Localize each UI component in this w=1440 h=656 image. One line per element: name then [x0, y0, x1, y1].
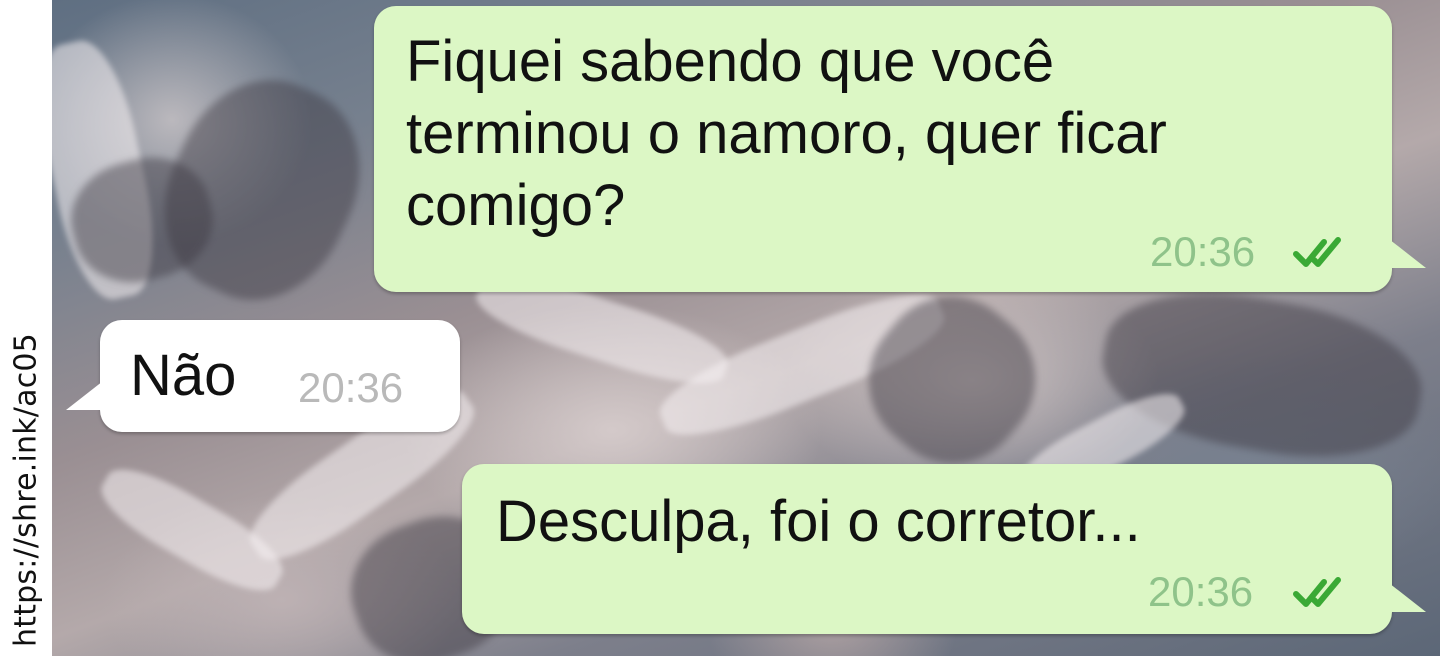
message-time: 20:36: [298, 364, 404, 411]
bubble-tail: [66, 374, 112, 410]
message-time: 20:36: [1148, 568, 1254, 615]
screenshot-frame: https://shre.ink/ac05 Fiquei sabendo que…: [0, 0, 1440, 656]
double-check-icon: [1293, 237, 1341, 267]
message-text: Não: [130, 343, 237, 408]
message-text: Desculpa, foi o corretor...: [496, 489, 1141, 554]
double-check-icon: [1293, 577, 1341, 607]
outgoing-message[interactable]: Desculpa, foi o corretor... 20:36: [462, 464, 1426, 634]
incoming-message[interactable]: Não 20:36: [66, 320, 460, 432]
outgoing-message[interactable]: Fiquei sabendo que você terminou o namor…: [374, 6, 1426, 292]
source-strip: https://shre.ink/ac05: [0, 0, 52, 656]
source-url: https://shre.ink/ac05: [8, 333, 44, 647]
bubble-tail: [1380, 576, 1426, 612]
message-text: Fiquei sabendo que você terminou o namor…: [406, 29, 1167, 238]
message-time: 20:36: [1150, 228, 1256, 275]
bubble-tail: [1380, 232, 1426, 268]
